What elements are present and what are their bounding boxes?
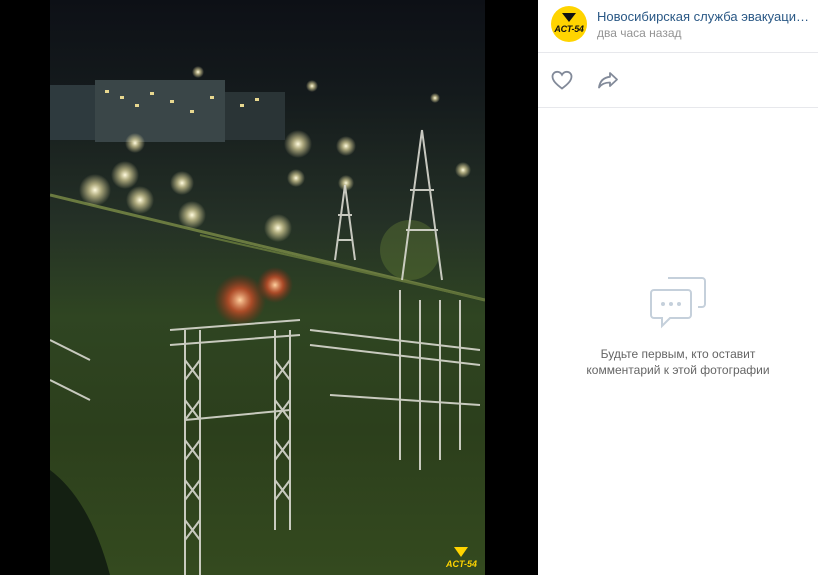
empty-comments-text: Будьте первым, кто оставит комментарий к…: [558, 346, 798, 378]
post-actions: [538, 53, 818, 108]
like-button[interactable]: [550, 68, 574, 92]
photo-scene: ACT-54: [50, 66, 485, 575]
post-side-panel: ACT-54 Новосибирская служба эвакуации...…: [538, 0, 818, 575]
watermark-text: ACT-54: [445, 559, 477, 569]
empty-comments-line-2: комментарий к этой фотографии: [586, 363, 770, 377]
photo-viewer: ACT-54: [0, 0, 538, 575]
avatar-text: ACT-54: [554, 24, 584, 34]
chat-bubble-icon: [648, 274, 708, 330]
empty-comments-line-1: Будьте первым, кто оставит: [600, 347, 756, 361]
post-photo[interactable]: ACT-54: [50, 0, 485, 575]
post-time[interactable]: два часа назад: [597, 26, 682, 40]
share-arrow-icon: [598, 72, 618, 89]
avatar[interactable]: ACT-54: [551, 6, 587, 42]
share-button[interactable]: [596, 68, 620, 92]
post-header: ACT-54 Новосибирская служба эвакуации...…: [538, 0, 818, 53]
author-link[interactable]: Новосибирская служба эвакуации...: [597, 9, 809, 24]
heart-icon: [551, 70, 573, 90]
watermark-logo-icon: ACT-54: [445, 547, 477, 569]
